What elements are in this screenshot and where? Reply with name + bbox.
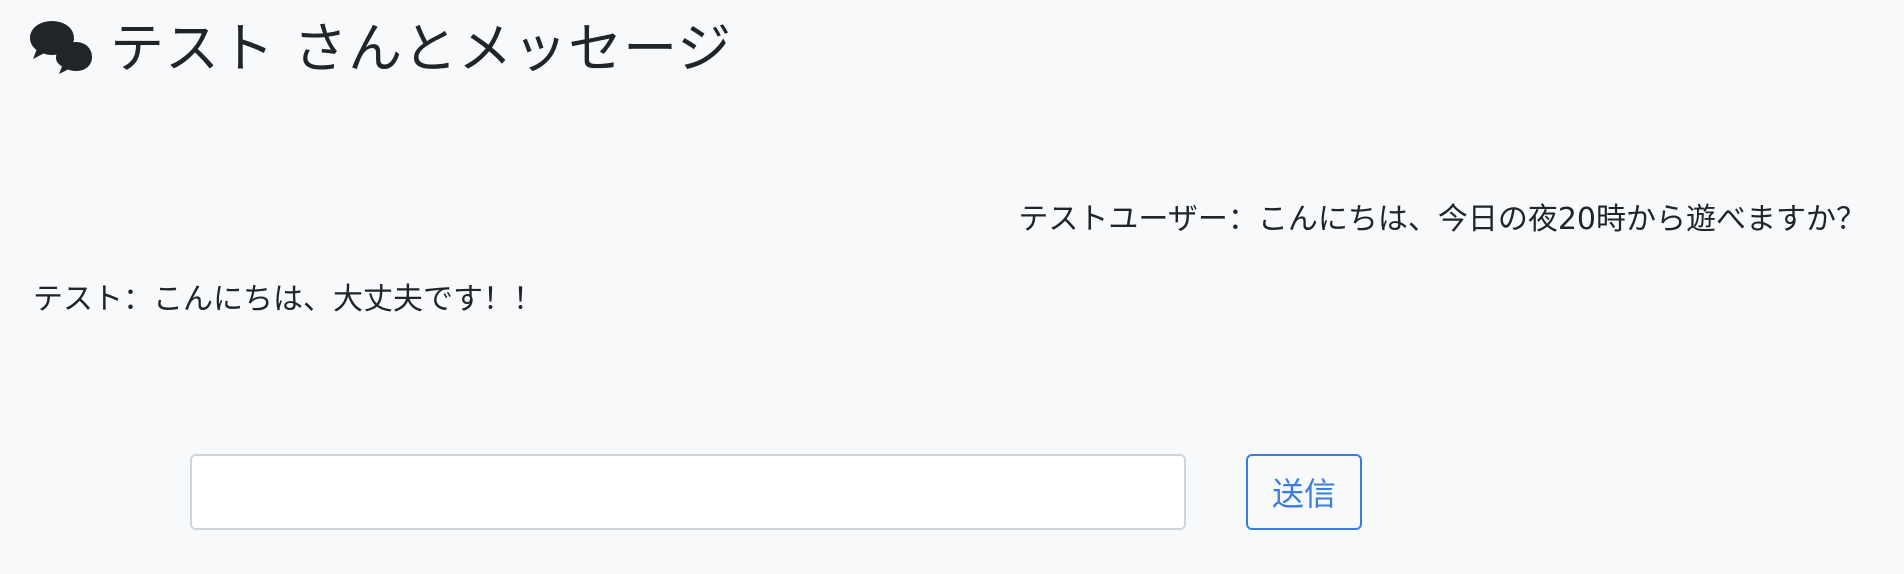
- page-header: テスト さんとメッセージ: [30, 14, 732, 84]
- message-page: テスト さんとメッセージ テストユーザー：こんにちは、今日の夜20時から遊べます…: [0, 0, 1904, 574]
- page-title: テスト さんとメッセージ: [110, 17, 733, 80]
- comments-icon: [30, 20, 96, 78]
- send-button[interactable]: 送信: [1246, 454, 1362, 530]
- message-input[interactable]: [190, 454, 1186, 530]
- compose-form: 送信: [190, 454, 1362, 530]
- message-outgoing: テスト：こんにちは、大丈夫です！！: [33, 282, 543, 317]
- message-incoming: テストユーザー：こんにちは、今日の夜20時から遊べますか？: [1018, 202, 1866, 237]
